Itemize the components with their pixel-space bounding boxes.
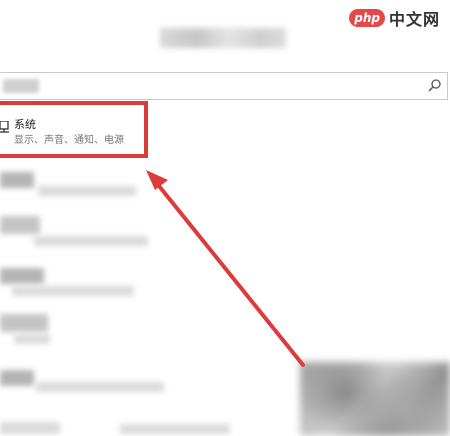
watermark-text: 中文网 <box>388 10 440 29</box>
blurred-item-text <box>14 334 50 344</box>
search-text-blurred <box>3 79 39 93</box>
blurred-item-text <box>12 286 134 296</box>
search-icon[interactable] <box>427 78 443 94</box>
blurred-item-text <box>38 186 136 196</box>
blurred-item-icon <box>0 216 40 234</box>
screenshot-stage: php 中文网 系统 显示、声音、通知、电源 <box>0 0 450 436</box>
watermark-logo: php 中文网 <box>349 6 440 30</box>
blurred-item-icon <box>0 370 34 386</box>
blurred-item-text <box>120 424 230 434</box>
blurred-region <box>300 362 450 436</box>
blurred-item-text <box>36 382 164 392</box>
search-input[interactable] <box>0 72 448 100</box>
highlight-box <box>0 101 148 158</box>
blurred-item-text <box>0 422 60 434</box>
blurred-item-icon <box>0 314 48 332</box>
blurred-item-text <box>34 236 148 246</box>
blurred-item-icon <box>0 268 44 284</box>
watermark-badge: php <box>349 9 385 27</box>
blurred-item-icon <box>0 172 34 188</box>
page-title-blurred <box>160 28 286 48</box>
